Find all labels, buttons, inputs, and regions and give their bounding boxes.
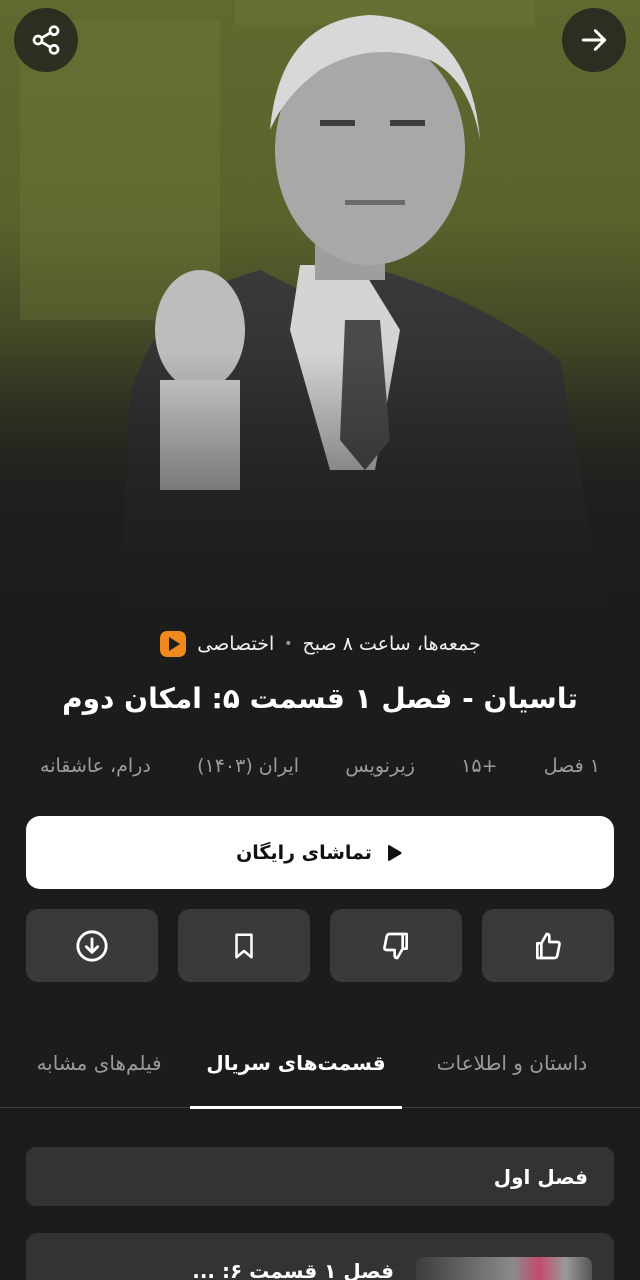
country-year-tag: ایران (۱۴۰۳): [197, 755, 300, 777]
action-buttons: [26, 909, 614, 982]
season-selector[interactable]: فصل اول: [26, 1147, 614, 1206]
tab-bar: داستان و اطلاعات قسمت‌های سریال فیلم‌های…: [0, 1030, 640, 1109]
genres-tag: درام، عاشقانه: [40, 755, 151, 777]
subtitle-tag: زیرنویس: [345, 755, 415, 777]
back-button[interactable]: [562, 8, 626, 72]
bookmark-icon: [235, 933, 253, 958]
tag-row: ۱ فصل +۱۵ زیرنویس ایران (۱۴۰۳) درام، عاش…: [40, 746, 600, 786]
share-icon: [32, 25, 60, 55]
episode-title: فصل ۱ قسمت ۶: ...: [192, 1259, 394, 1280]
separator-dot: •: [284, 636, 293, 652]
hero-poster: [0, 0, 640, 640]
exclusive-label: اختصاصی: [197, 633, 275, 655]
download-button[interactable]: [26, 909, 158, 982]
download-icon: [76, 929, 108, 962]
thumbs-down-icon: [383, 932, 408, 959]
season-label: فصل اول: [493, 1164, 588, 1189]
tab-episodes[interactable]: قسمت‌های سریال: [190, 1030, 402, 1109]
thumbs-up-icon: [536, 932, 561, 959]
seasons-tag: ۱ فصل: [543, 755, 600, 777]
dislike-button[interactable]: [330, 909, 462, 982]
age-rating-tag: +۱۵: [461, 755, 498, 777]
watch-free-button[interactable]: تماشای رایگان: [26, 816, 614, 889]
play-icon: [387, 844, 402, 861]
watch-free-label: تماشای رایگان: [236, 841, 372, 864]
meta-line: اختصاصی • جمعه‌ها، ساعت ۸ صبح: [0, 624, 640, 664]
bookmark-button[interactable]: [178, 909, 310, 982]
share-button[interactable]: [14, 8, 78, 72]
episode-thumbnail: [416, 1257, 592, 1280]
episode-card[interactable]: فصل ۱ قسمت ۶: ...: [26, 1233, 614, 1280]
schedule-label: جمعه‌ها، ساعت ۸ صبح: [302, 633, 481, 655]
like-button[interactable]: [482, 909, 614, 982]
play-logo-icon: [159, 630, 187, 658]
page-title: تاسیان - فصل ۱ قسمت ۵: امکان دوم: [62, 682, 578, 715]
poster-figure-image: [0, 0, 640, 640]
arrow-right-icon: [581, 29, 607, 51]
tab-similar-movies[interactable]: فیلم‌های مشابه: [14, 1030, 184, 1108]
tab-story-info[interactable]: داستان و اطلاعات: [412, 1030, 612, 1108]
